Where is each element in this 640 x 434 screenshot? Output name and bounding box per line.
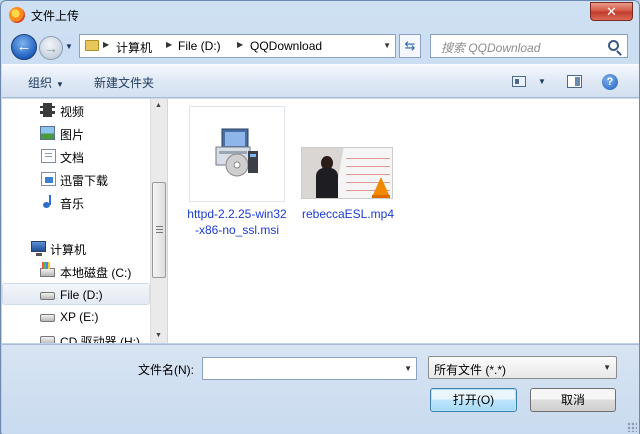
command-bar: 组织 ▼ 新建文件夹 ▼ ? <box>2 64 639 98</box>
sidebar-item-label: 文档 <box>60 151 85 165</box>
sidebar-item-cd-drive-h[interactable]: CD 驱动器 (H:) <box>2 329 150 343</box>
chevron-right-icon[interactable]: ▶ <box>166 40 172 49</box>
sidebar-item-pictures[interactable]: 图片 <box>2 122 150 144</box>
drive-icon <box>40 292 55 300</box>
local-disk-icon <box>40 262 55 277</box>
sidebar-item-label: 视频 <box>60 105 85 119</box>
search-icon <box>608 40 619 51</box>
chevron-down-icon[interactable]: ▼ <box>383 41 391 50</box>
dialog-footer: 文件名(N): ▼ 所有文件 (*.*) ▼ 打开(O) 取消 <box>2 344 639 434</box>
search-input[interactable]: 搜索 QQDownload <box>441 39 540 56</box>
installer-icon <box>215 128 258 177</box>
chevron-down-icon[interactable]: ▼ <box>603 363 611 372</box>
file-name: httpd-2.2.25-win32-x86-no_ssl.msi <box>187 207 287 237</box>
sidebar-item-videos[interactable]: 视频 <box>2 99 150 121</box>
sidebar-item-computer[interactable]: 计算机 <box>2 237 150 259</box>
file-item-httpd-msi[interactable]: httpd-2.2.25-win32-x86-no_ssl.msi <box>187 106 287 238</box>
video-thumbnail <box>301 147 393 199</box>
chevron-down-icon[interactable]: ▼ <box>404 364 412 373</box>
cd-drive-icon <box>40 336 55 343</box>
drive-icon <box>40 314 55 322</box>
file-name: rebeccaESL.mp4 <box>301 207 395 221</box>
sidebar-item-drive-e[interactable]: XP (E:) <box>2 306 150 328</box>
music-icon <box>40 195 55 209</box>
picture-icon <box>40 126 55 140</box>
navigation-bar: ← → ▼ ▶ 计算机 ▶ File (D:) ▶ QQDownload ▼ ⇆… <box>1 29 639 63</box>
breadcrumb-qqdownload[interactable]: QQDownload <box>250 39 322 53</box>
file-thumbnail <box>189 106 285 202</box>
sidebar-item-label: 迅雷下载 <box>60 174 109 188</box>
search-box[interactable]: 搜索 QQDownload <box>430 34 628 58</box>
sidebar-item-documents[interactable]: 文档 <box>2 145 150 167</box>
title-bar: 文件上传 ✕ <box>1 1 639 29</box>
scroll-down-icon[interactable]: ▼ <box>155 332 162 339</box>
open-button[interactable]: 打开(O) <box>430 388 517 412</box>
window-title: 文件上传 <box>31 9 80 23</box>
navigation-scrollbar[interactable]: ▲ ▼ <box>150 99 167 343</box>
folder-icon <box>85 40 99 51</box>
file-type-select[interactable]: 所有文件 (*.*) ▼ <box>428 356 617 379</box>
back-button[interactable]: ← <box>11 34 37 60</box>
filename-field[interactable]: ▼ <box>202 357 417 380</box>
forward-button[interactable]: → <box>39 36 63 60</box>
organize-label: 组织 <box>28 76 53 90</box>
refresh-button[interactable]: ⇆ <box>399 34 421 58</box>
firefox-icon <box>9 7 25 23</box>
file-upload-dialog: 文件上传 ✕ ← → ▼ ▶ 计算机 ▶ File (D:) ▶ QQDownl… <box>0 0 640 434</box>
filename-label: 文件名(N): <box>138 363 194 377</box>
file-item-rebeccaesl-mp4[interactable]: rebeccaESL.mp4 <box>298 106 398 222</box>
grip-icon <box>156 226 163 233</box>
sidebar-item-label: File (D:) <box>60 288 103 302</box>
sidebar-item-label: 音乐 <box>60 197 85 211</box>
cancel-button[interactable]: 取消 <box>530 388 616 412</box>
sidebar-item-label: 本地磁盘 (C:) <box>60 266 132 280</box>
person-figure <box>316 156 338 198</box>
preview-pane-icon[interactable] <box>567 75 582 88</box>
video-icon <box>40 103 55 117</box>
chevron-down-icon[interactable]: ▼ <box>538 77 546 86</box>
file-type-value: 所有文件 (*.*) <box>434 363 507 377</box>
resize-grip-icon[interactable] <box>627 422 637 432</box>
computer-icon <box>31 241 46 256</box>
organize-menu[interactable]: 组织 ▼ <box>28 74 64 91</box>
document-icon <box>41 149 56 163</box>
sidebar-item-drive-d[interactable]: File (D:) <box>2 283 150 305</box>
person-body <box>316 168 338 198</box>
sidebar-item-label: 图片 <box>60 128 85 142</box>
chevron-right-icon[interactable]: ▶ <box>237 40 243 49</box>
new-folder-button[interactable]: 新建文件夹 <box>94 74 154 91</box>
change-view-icon[interactable] <box>512 76 526 87</box>
sidebar-item-drive-c[interactable]: 本地磁盘 (C:) <box>2 260 150 282</box>
chevron-right-icon[interactable]: ▶ <box>103 40 109 49</box>
breadcrumb-drive-d[interactable]: File (D:) <box>178 39 221 53</box>
sidebar-item-thunder-downloads[interactable]: 迅雷下载 <box>2 168 150 190</box>
sidebar-item-label: XP (E:) <box>60 310 99 324</box>
sidebar-item-music[interactable]: 音乐 <box>2 191 150 213</box>
address-bar[interactable]: ▶ 计算机 ▶ File (D:) ▶ QQDownload ▼ <box>79 34 396 58</box>
file-list: httpd-2.2.25-win32-x86-no_ssl.msi rebecc… <box>167 99 639 343</box>
sidebar-item-label: 计算机 <box>50 243 87 257</box>
file-thumbnail <box>300 106 396 202</box>
close-button[interactable]: ✕ <box>590 2 633 21</box>
sidebar-item-label: CD 驱动器 (H:) <box>60 335 140 343</box>
breadcrumb-computer[interactable]: 计算机 <box>116 39 152 56</box>
scroll-up-icon[interactable]: ▲ <box>155 102 162 109</box>
vlc-icon <box>372 177 390 198</box>
help-icon[interactable]: ? <box>602 74 618 90</box>
download-icon <box>41 172 56 186</box>
chevron-down-icon: ▼ <box>56 80 64 89</box>
navigation-pane: 视频 图片 文档 迅雷下载 音乐 计算机 本地磁盘 (C:) File (D:)… <box>2 99 150 343</box>
scrollbar-thumb[interactable] <box>152 182 166 278</box>
history-dropdown-icon[interactable]: ▼ <box>65 42 73 51</box>
